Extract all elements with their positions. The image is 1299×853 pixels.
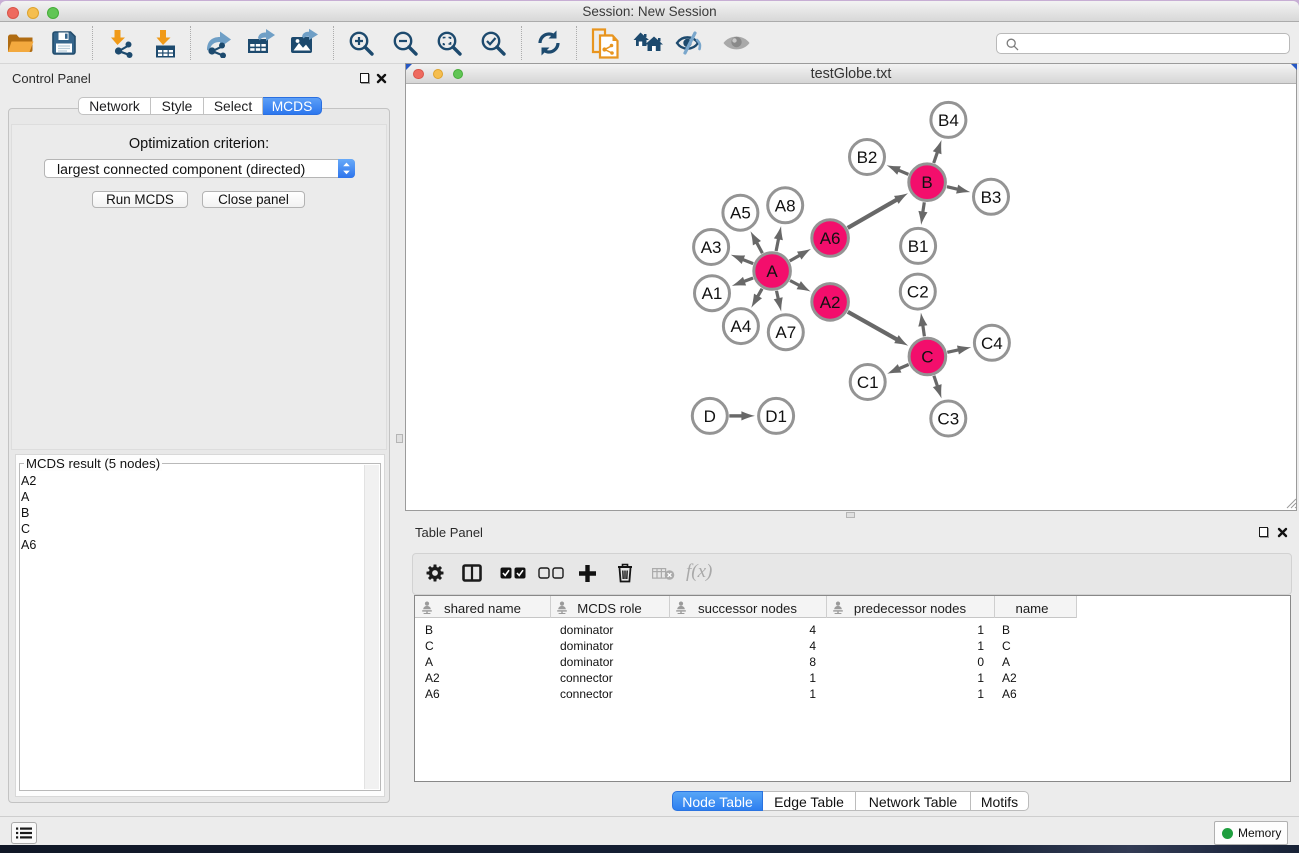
svg-text:C2: C2 (907, 283, 929, 302)
svg-text:D1: D1 (765, 407, 787, 426)
svg-text:B4: B4 (938, 111, 959, 130)
svg-text:B: B (921, 173, 932, 192)
svg-text:D: D (704, 407, 716, 426)
svg-text:B1: B1 (908, 237, 929, 256)
svg-text:A6: A6 (820, 229, 841, 248)
svg-text:C1: C1 (857, 373, 879, 392)
svg-text:B3: B3 (981, 188, 1002, 207)
svg-text:C3: C3 (937, 410, 959, 429)
svg-text:A3: A3 (701, 238, 722, 257)
svg-text:C4: C4 (981, 334, 1003, 353)
svg-text:A8: A8 (775, 196, 796, 215)
svg-text:A4: A4 (731, 317, 752, 336)
svg-text:B2: B2 (857, 148, 878, 167)
svg-text:A2: A2 (820, 293, 841, 312)
svg-text:A1: A1 (702, 284, 723, 303)
svg-text:A7: A7 (775, 323, 796, 342)
svg-text:A: A (766, 262, 778, 281)
svg-text:A5: A5 (730, 204, 751, 223)
svg-text:C: C (921, 348, 933, 367)
